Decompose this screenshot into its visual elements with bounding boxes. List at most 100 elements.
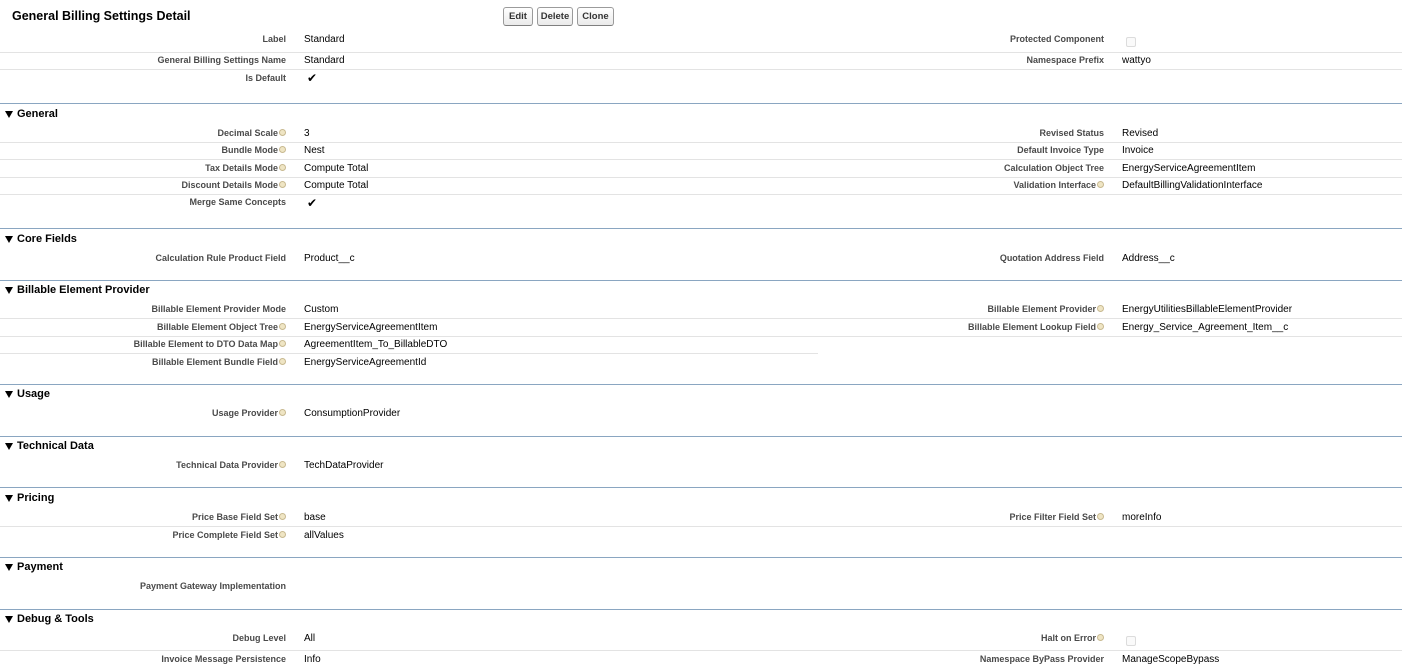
help-icon[interactable] <box>279 531 286 538</box>
namespace-bypass-provider-label: Namespace ByPass Provider <box>979 654 1104 664</box>
settings-name-label: General Billing Settings Name <box>157 55 286 65</box>
triangle-down-icon[interactable] <box>5 443 13 450</box>
clone-button[interactable]: Clone <box>577 7 614 26</box>
detail-header: General Billing Settings Detail Edit Del… <box>0 0 1402 32</box>
row-divider <box>0 177 1402 178</box>
decimal-scale-value: 3 <box>304 128 310 139</box>
calculation-object-tree-value: EnergyServiceAgreementItem <box>1122 163 1256 174</box>
quotation-address-field-label: Quotation Address Field <box>999 253 1104 263</box>
technical-data-provider-label: Technical Data Provider <box>176 460 286 470</box>
merge-same-concepts-label: Merge Same Concepts <box>189 197 286 207</box>
section-divider <box>0 384 1402 385</box>
namespace-prefix-label: Namespace Prefix <box>1026 55 1104 65</box>
row-divider <box>0 336 1402 337</box>
help-icon[interactable] <box>1097 323 1104 330</box>
help-icon[interactable] <box>1097 513 1104 520</box>
help-icon[interactable] <box>279 358 286 365</box>
triangle-down-icon[interactable] <box>5 111 13 118</box>
bundle-mode-value: Nest <box>304 145 325 156</box>
validation-interface-value: DefaultBillingValidationInterface <box>1122 180 1263 191</box>
detail-page: General Billing Settings Detail Edit Del… <box>0 0 1402 671</box>
delete-button[interactable]: Delete <box>537 7 573 26</box>
triangle-down-icon[interactable] <box>5 287 13 294</box>
section-divider <box>0 280 1402 281</box>
label-field-label: Label <box>262 34 286 44</box>
help-icon[interactable] <box>279 129 286 136</box>
billable-element-lookup-field-label: Billable Element Lookup Field <box>968 322 1104 332</box>
price-filter-field-set-label: Price Filter Field Set <box>1009 512 1104 522</box>
tax-details-mode-value: Compute Total <box>304 163 369 174</box>
row-divider <box>0 353 818 354</box>
decimal-scale-label: Decimal Scale <box>217 128 286 138</box>
discount-details-mode-label: Discount Details Mode <box>181 180 286 190</box>
help-icon[interactable] <box>279 340 286 347</box>
invoice-message-persistence-label: Invoice Message Persistence <box>161 654 286 664</box>
default-invoice-type-value: Invoice <box>1122 145 1154 156</box>
edit-button[interactable]: Edit <box>503 7 533 26</box>
bundle-mode-label: Bundle Mode <box>222 145 286 155</box>
section-divider <box>0 487 1402 488</box>
section-payment-title[interactable]: Payment <box>17 561 63 573</box>
section-technical-data-title[interactable]: Technical Data <box>17 440 94 452</box>
section-usage-title[interactable]: Usage <box>17 388 50 400</box>
help-icon[interactable] <box>1097 634 1104 641</box>
help-icon[interactable] <box>279 164 286 171</box>
triangle-down-icon[interactable] <box>5 236 13 243</box>
halt-on-error-checkbox <box>1126 636 1136 646</box>
price-complete-field-set-value: allValues <box>304 530 344 541</box>
revised-status-label: Revised Status <box>1039 128 1104 138</box>
protected-component-label: Protected Component <box>1009 34 1104 44</box>
default-invoice-type-label: Default Invoice Type <box>1017 145 1104 155</box>
calculation-rule-product-field-label: Calculation Rule Product Field <box>155 253 286 263</box>
help-icon[interactable] <box>279 146 286 153</box>
help-icon[interactable] <box>279 461 286 468</box>
triangle-down-icon[interactable] <box>5 391 13 398</box>
usage-provider-value: ConsumptionProvider <box>304 408 401 419</box>
billable-element-bundle-field-value: EnergyServiceAgreementId <box>304 357 427 368</box>
row-divider <box>0 159 1402 160</box>
row-divider <box>0 526 1402 527</box>
triangle-down-icon[interactable] <box>5 616 13 623</box>
invoice-message-persistence-value: Info <box>304 654 321 665</box>
technical-data-provider-value: TechDataProvider <box>304 460 384 471</box>
triangle-down-icon[interactable] <box>5 564 13 571</box>
is-default-checkmark-icon: ✔ <box>307 71 318 85</box>
help-icon[interactable] <box>279 409 286 416</box>
billable-element-provider-label: Billable Element Provider <box>987 304 1104 314</box>
triangle-down-icon[interactable] <box>5 495 13 502</box>
price-filter-field-set-value: moreInfo <box>1122 512 1162 523</box>
billable-element-provider-mode-value: Custom <box>304 304 339 315</box>
page-title: General Billing Settings Detail <box>12 9 191 23</box>
usage-provider-label: Usage Provider <box>212 408 286 418</box>
quotation-address-field-value: Address__c <box>1122 253 1175 264</box>
billable-element-dto-data-map-label: Billable Element to DTO Data Map <box>134 339 286 349</box>
billable-element-object-tree-value: EnergyServiceAgreementItem <box>304 322 438 333</box>
price-complete-field-set-label: Price Complete Field Set <box>172 530 286 540</box>
help-icon[interactable] <box>279 323 286 330</box>
help-icon[interactable] <box>279 181 286 188</box>
section-debug-tools-title[interactable]: Debug & Tools <box>17 613 94 625</box>
merge-same-concepts-checkmark-icon: ✔ <box>307 196 318 210</box>
price-base-field-set-value: base <box>304 512 326 523</box>
section-divider <box>0 557 1402 558</box>
price-base-field-set-label: Price Base Field Set <box>192 512 286 522</box>
billable-element-lookup-field-value: Energy_Service_Agreement_Item__c <box>1122 322 1289 333</box>
billable-element-provider-mode-label: Billable Element Provider Mode <box>151 304 286 314</box>
help-icon[interactable] <box>279 513 286 520</box>
help-icon[interactable] <box>1097 305 1104 312</box>
section-general-title[interactable]: General <box>17 108 58 120</box>
billable-element-object-tree-label: Billable Element Object Tree <box>157 322 286 332</box>
calculation-object-tree-label: Calculation Object Tree <box>1003 163 1104 173</box>
section-divider <box>0 228 1402 229</box>
validation-interface-label: Validation Interface <box>1013 180 1104 190</box>
help-icon[interactable] <box>1097 181 1104 188</box>
section-billable-element-provider-title[interactable]: Billable Element Provider <box>17 284 150 296</box>
billable-element-dto-data-map-value: AgreementItem_To_BillableDTO <box>304 339 448 350</box>
section-divider <box>0 103 1402 104</box>
row-divider <box>0 318 1402 319</box>
row-divider <box>0 142 1402 143</box>
section-core-fields-title[interactable]: Core Fields <box>17 233 77 245</box>
section-pricing-title[interactable]: Pricing <box>17 492 54 504</box>
billable-element-provider-value: EnergyUtilitiesBillableElementProvider <box>1122 304 1293 315</box>
is-default-label: Is Default <box>245 73 286 83</box>
